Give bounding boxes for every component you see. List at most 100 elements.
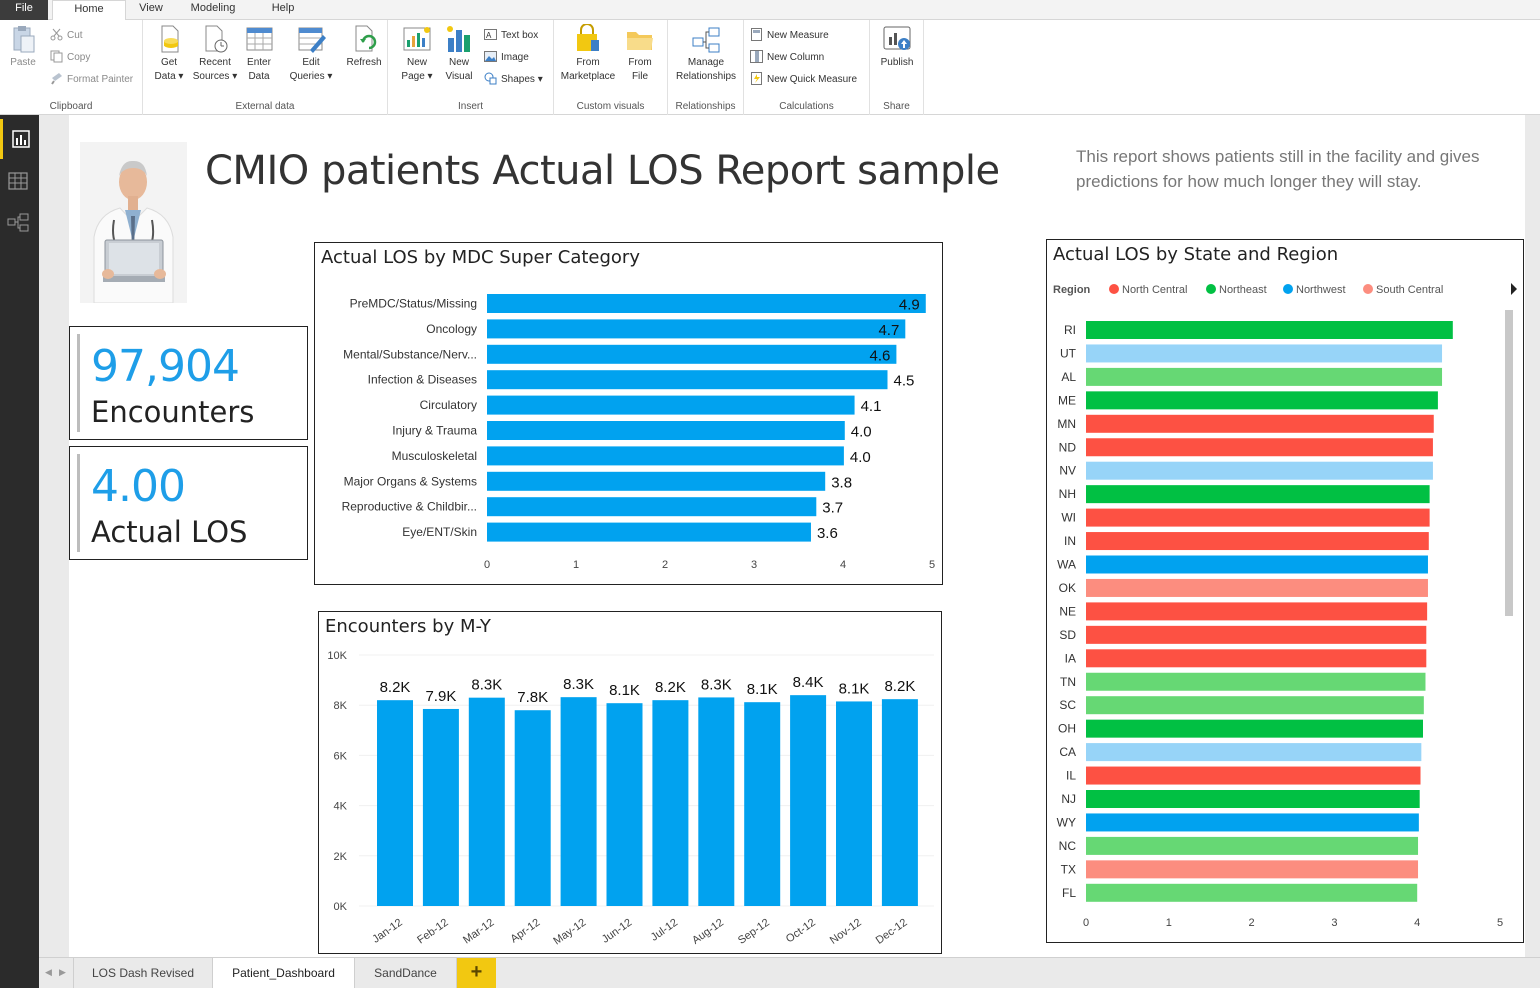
bar: [1086, 461, 1433, 480]
x-tick-label: Mar-12: [461, 917, 496, 947]
data-view-button[interactable]: [0, 161, 39, 201]
view-switcher: [0, 115, 39, 988]
image-label: Image: [501, 52, 529, 63]
bar: [1086, 743, 1422, 762]
edit-queries-button[interactable]: Edit Queries ▾: [287, 24, 335, 84]
category-label: UT: [1060, 346, 1077, 360]
legend-marker-icon: [1283, 284, 1293, 294]
bar: [1086, 321, 1453, 339]
data-label: 8.3K: [563, 676, 594, 693]
publish-label: Publish: [880, 57, 914, 68]
new-page-icon: [402, 24, 432, 54]
share-group-label: Share: [883, 101, 910, 112]
external-data-group-label: External data: [235, 101, 295, 112]
refresh-button[interactable]: Refresh: [340, 24, 388, 70]
bar: [1086, 508, 1430, 527]
bar: [698, 697, 735, 906]
category-label: AL: [1061, 370, 1076, 384]
refresh-label: Refresh: [346, 57, 382, 68]
category-label: WI: [1061, 511, 1076, 525]
bar: [487, 344, 897, 364]
from-file-button[interactable]: From File: [616, 24, 664, 84]
page-tab-patient-dashboard[interactable]: Patient_Dashboard: [213, 958, 355, 988]
bar: [1086, 602, 1428, 621]
cut-button[interactable]: Cut: [50, 28, 83, 46]
category-label: IN: [1064, 534, 1076, 548]
x-tick-label: 0: [484, 559, 490, 571]
text-box-button[interactable]: A Text box: [484, 28, 538, 46]
from-marketplace-button[interactable]: From Marketplace: [556, 23, 620, 84]
category-label: TN: [1060, 675, 1076, 689]
recent-sources-button[interactable]: Recent Sources ▾: [191, 24, 239, 84]
relationships-view-button[interactable]: [0, 203, 39, 243]
new-quick-measure-button[interactable]: New Quick Measure: [750, 72, 857, 90]
new-measure-button[interactable]: New Measure: [750, 28, 829, 46]
get-data-icon: [154, 24, 184, 54]
add-page-button[interactable]: +: [457, 958, 496, 988]
los-by-mdc-chart[interactable]: Actual LOS by MDC Super Category PreMDC/…: [314, 242, 943, 585]
x-tick-label: Jun-12: [600, 917, 634, 946]
page-tab-los-dash[interactable]: LOS Dash Revised: [73, 958, 213, 988]
bar: [744, 702, 781, 906]
bar: [487, 370, 888, 390]
data-label: 8.3K: [701, 676, 732, 693]
data-label: 4.5: [894, 373, 915, 390]
report-view-button[interactable]: [0, 119, 39, 159]
page-tabs: ◀ ▶ LOS Dash Revised Patient_Dashboard S…: [39, 957, 1540, 988]
encounters-by-month-chart[interactable]: Encounters by M-Y 0K 2K 4K 6K 8K 10K 8.2K Jan-1…: [318, 611, 942, 954]
scroll-left-icon[interactable]: ◀: [45, 967, 52, 978]
new-page-button[interactable]: New Page ▾: [393, 24, 441, 84]
manage-label-1: Manage: [687, 57, 725, 68]
text-box-icon: A: [484, 28, 497, 41]
new-column-button[interactable]: New Column: [750, 50, 824, 68]
data-label: 3.8: [831, 474, 852, 491]
calculations-group: New Measure New Column New Quick Measure…: [744, 20, 870, 115]
image-button[interactable]: Image: [484, 50, 529, 68]
edit-queries-label-2: Queries: [289, 71, 325, 82]
data-label: 4.7: [878, 322, 899, 339]
tab-home[interactable]: Home: [52, 0, 126, 21]
paste-button[interactable]: Paste: [0, 24, 46, 70]
data-label: 8.1K: [839, 680, 870, 697]
x-tick-label: Aug-12: [690, 917, 726, 947]
bar: [881, 699, 918, 906]
legend-marker-icon: [1206, 284, 1216, 294]
card-accent-bar: [77, 334, 80, 432]
tab-view[interactable]: View: [128, 0, 174, 20]
copy-button[interactable]: Copy: [50, 50, 90, 68]
share-group: Publish Share: [870, 20, 924, 115]
tab-help[interactable]: Help: [260, 0, 306, 20]
legend-next-icon: [1511, 283, 1517, 295]
x-tick-label: 2: [662, 559, 668, 571]
new-visual-button[interactable]: New Visual: [435, 24, 483, 84]
category-label: IA: [1065, 651, 1076, 665]
get-data-button[interactable]: Get Data ▾: [145, 24, 193, 84]
x-tick-label: Apr-12: [508, 917, 542, 946]
data-label: 3.7: [822, 500, 843, 517]
category-label: WY: [1057, 815, 1076, 829]
shapes-button[interactable]: Shapes ▾: [484, 72, 543, 90]
scroll-right-icon[interactable]: ▶: [59, 967, 66, 978]
page-tab-sanddance[interactable]: SandDance: [355, 958, 457, 988]
publish-button[interactable]: Publish: [873, 24, 921, 70]
enter-data-button[interactable]: Enter Data: [235, 24, 283, 84]
doctor-image[interactable]: [80, 142, 187, 303]
category-label: Circulatory: [420, 398, 477, 412]
los-by-state-chart[interactable]: Actual LOS by State and Region Region Nor…: [1046, 239, 1524, 943]
category-label: Major Organs & Systems: [344, 474, 477, 488]
actual-los-card[interactable]: 4.00 Actual LOS: [69, 446, 308, 560]
marketplace-icon: [573, 23, 603, 54]
encounters-card[interactable]: 97,904 Encounters: [69, 326, 308, 440]
manage-relationships-button[interactable]: Manage Relationships: [670, 24, 742, 84]
tab-modeling[interactable]: Modeling: [180, 0, 246, 20]
calculator-icon: [750, 28, 763, 41]
quick-measure-icon: [750, 72, 763, 85]
new-visual-label-2: Visual: [445, 71, 473, 82]
bar: [606, 703, 643, 906]
format-painter-button[interactable]: Format Painter: [50, 72, 133, 90]
category-label: SD: [1059, 628, 1076, 642]
tab-file[interactable]: File: [0, 0, 48, 20]
data-label: 3.6: [817, 525, 838, 542]
get-data-label-1: Get: [160, 57, 178, 68]
refresh-icon: [349, 24, 379, 54]
